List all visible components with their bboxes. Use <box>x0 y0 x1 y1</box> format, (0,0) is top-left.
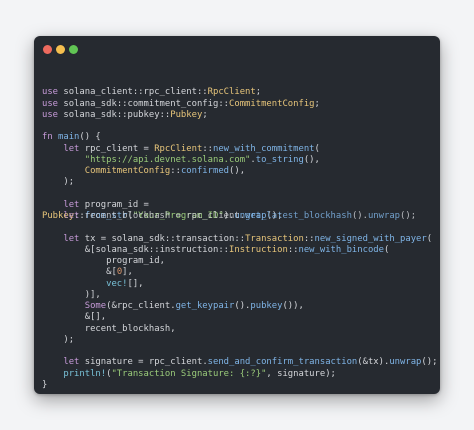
code-line: &[], <box>42 312 107 323</box>
code-line: CommitmentConfig::confirmed(), <box>84 166 246 176</box>
code-line: let rpc_client = RpcClient::new_with_com… <box>63 143 320 154</box>
code-line: use solana_sdk::pubkey::Pubkey; <box>42 109 208 120</box>
code-line: program_id, <box>106 256 165 266</box>
window-titlebar <box>34 36 440 64</box>
code-line: vec![], <box>106 278 144 289</box>
code-line: ); <box>42 177 75 188</box>
code-line: use solana_sdk::commitment_config::Commi… <box>42 98 320 109</box>
code-line-overlap-b: let recent_blockhash = rpc_client.get_la… <box>63 211 417 221</box>
code-line: )], <box>42 289 101 300</box>
code-line: "https://api.devnet.solana.com".to_strin… <box>84 154 320 165</box>
code-line: let program_id = <box>63 199 149 210</box>
maximize-window-dot-icon[interactable] <box>69 45 78 54</box>
close-window-dot-icon[interactable] <box>43 45 52 54</box>
code-line: let signature = rpc_client.send_and_conf… <box>63 357 438 368</box>
code-line: } <box>42 379 48 390</box>
code-line: ); <box>42 334 75 345</box>
code-line: let tx = solana_sdk::transaction::Transa… <box>63 233 433 244</box>
code-block: use solana_client::rpc_client::RpcClient… <box>42 76 438 391</box>
code-window: use solana_client::rpc_client::RpcClient… <box>34 36 440 394</box>
code-line: recent_blockhash, <box>84 323 176 334</box>
minimize-window-dot-icon[interactable] <box>56 45 65 54</box>
code-line: Pubkey::from_str("Your_Program_ID").unwr… <box>42 211 436 222</box>
code-line: &[solana_sdk::instruction::Instruction::… <box>42 244 390 255</box>
code-line: Some(&rpc_client.get_keypair().pubkey())… <box>84 301 304 311</box>
code-line: use solana_client::rpc_client::RpcClient… <box>42 87 262 98</box>
code-line: fn main() { <box>42 132 101 143</box>
code-line: println!("Transaction Signature: {:?}", … <box>63 368 336 379</box>
code-line: &[0], <box>42 267 133 278</box>
